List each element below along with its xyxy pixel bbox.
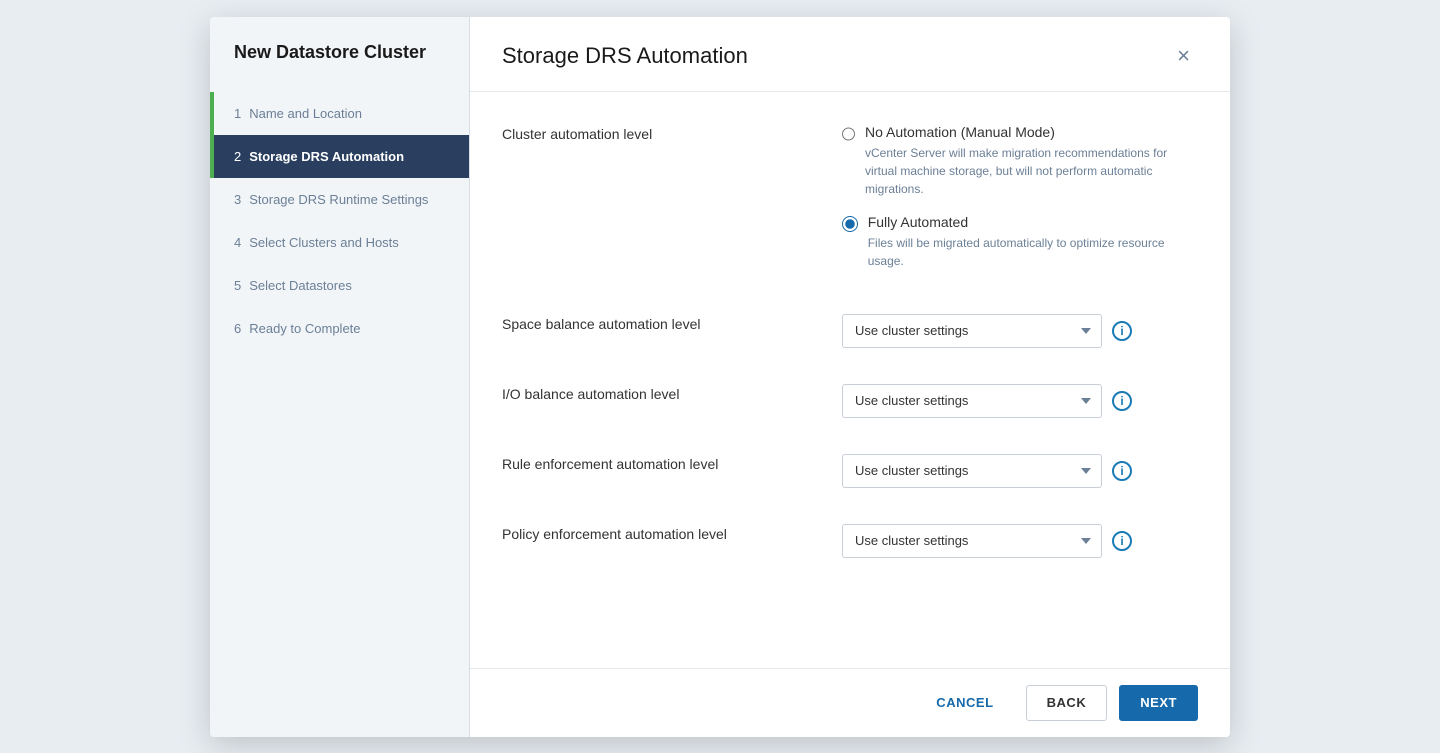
- policy-enforcement-row: Policy enforcement automation level Use …: [502, 524, 1198, 558]
- rule-enforcement-info-icon[interactable]: i: [1112, 461, 1132, 481]
- io-balance-control: Use cluster settings Manual Fully Automa…: [842, 384, 1198, 418]
- space-balance-select[interactable]: Use cluster settings Manual Fully Automa…: [842, 314, 1102, 348]
- page-title: Storage DRS Automation: [502, 43, 748, 69]
- step-number-6: 6: [234, 321, 241, 336]
- io-balance-row: I/O balance automation level Use cluster…: [502, 384, 1198, 418]
- step-label-1: Name and Location: [249, 106, 362, 121]
- step-indicator-3: [210, 178, 214, 221]
- close-button[interactable]: ×: [1169, 41, 1198, 71]
- rule-enforcement-row: Rule enforcement automation level Use cl…: [502, 454, 1198, 488]
- radio-no-automation-label: No Automation (Manual Mode): [865, 124, 1198, 140]
- step-indicator-2: [210, 135, 214, 178]
- main-footer: CANCEL BACK NEXT: [470, 668, 1230, 737]
- radio-fully-automated-option: Fully Automated Files will be migrated a…: [842, 214, 1198, 270]
- policy-enforcement-select-group: Use cluster settings Manual Fully Automa…: [842, 524, 1198, 558]
- back-button[interactable]: BACK: [1026, 685, 1108, 721]
- sidebar-step-2[interactable]: 2 Storage DRS Automation: [210, 135, 469, 178]
- io-balance-label: I/O balance automation level: [502, 384, 842, 402]
- rule-enforcement-label: Rule enforcement automation level: [502, 454, 842, 472]
- io-balance-select[interactable]: Use cluster settings Manual Fully Automa…: [842, 384, 1102, 418]
- policy-enforcement-control: Use cluster settings Manual Fully Automa…: [842, 524, 1198, 558]
- rule-enforcement-select[interactable]: Use cluster settings Manual Fully Automa…: [842, 454, 1102, 488]
- sidebar-step-5[interactable]: 5 Select Datastores: [210, 264, 469, 307]
- space-balance-info-icon[interactable]: i: [1112, 321, 1132, 341]
- next-button[interactable]: NEXT: [1119, 685, 1198, 721]
- space-balance-row: Space balance automation level Use clust…: [502, 314, 1198, 348]
- cluster-automation-label: Cluster automation level: [502, 124, 842, 142]
- main-panel: Storage DRS Automation × Cluster automat…: [470, 17, 1230, 737]
- sidebar-step-4[interactable]: 4 Select Clusters and Hosts: [210, 221, 469, 264]
- io-balance-select-group: Use cluster settings Manual Fully Automa…: [842, 384, 1198, 418]
- step-number-3: 3: [234, 192, 241, 207]
- step-indicator-5: [210, 264, 214, 307]
- radio-fully-automated-desc: Files will be migrated automatically to …: [868, 234, 1198, 270]
- main-body: Cluster automation level No Automation (…: [470, 92, 1230, 668]
- step-number-2: 2: [234, 149, 241, 164]
- policy-enforcement-label: Policy enforcement automation level: [502, 524, 842, 542]
- step-label-6: Ready to Complete: [249, 321, 360, 336]
- policy-enforcement-select[interactable]: Use cluster settings Manual Fully Automa…: [842, 524, 1102, 558]
- policy-enforcement-info-icon[interactable]: i: [1112, 531, 1132, 551]
- step-indicator-6: [210, 307, 214, 350]
- cancel-button[interactable]: CANCEL: [916, 685, 1013, 721]
- radio-fully-automated-label: Fully Automated: [868, 214, 1198, 230]
- rule-enforcement-select-group: Use cluster settings Manual Fully Automa…: [842, 454, 1198, 488]
- radio-no-automation-option: No Automation (Manual Mode) vCenter Serv…: [842, 124, 1198, 198]
- sidebar-title: New Datastore Cluster: [210, 41, 469, 92]
- space-balance-select-group: Use cluster settings Manual Fully Automa…: [842, 314, 1198, 348]
- sidebar-step-6[interactable]: 6 Ready to Complete: [210, 307, 469, 350]
- rule-enforcement-control: Use cluster settings Manual Fully Automa…: [842, 454, 1198, 488]
- main-header: Storage DRS Automation ×: [470, 17, 1230, 92]
- io-balance-info-icon[interactable]: i: [1112, 391, 1132, 411]
- radio-no-automation[interactable]: [842, 126, 855, 142]
- new-datastore-cluster-dialog: New Datastore Cluster 1 Name and Locatio…: [210, 17, 1230, 737]
- step-number-1: 1: [234, 106, 241, 121]
- sidebar: New Datastore Cluster 1 Name and Locatio…: [210, 17, 470, 737]
- radio-no-automation-desc: vCenter Server will make migration recom…: [865, 144, 1198, 198]
- sidebar-step-3[interactable]: 3 Storage DRS Runtime Settings: [210, 178, 469, 221]
- sidebar-step-1[interactable]: 1 Name and Location: [210, 92, 469, 135]
- step-label-4: Select Clusters and Hosts: [249, 235, 399, 250]
- step-label-3: Storage DRS Runtime Settings: [249, 192, 428, 207]
- space-balance-label: Space balance automation level: [502, 314, 842, 332]
- step-label-5: Select Datastores: [249, 278, 352, 293]
- step-number-4: 4: [234, 235, 241, 250]
- cluster-automation-control: No Automation (Manual Mode) vCenter Serv…: [842, 124, 1198, 278]
- steps-list: 1 Name and Location 2 Storage DRS Automa…: [210, 92, 469, 350]
- step-number-5: 5: [234, 278, 241, 293]
- step-label-2: Storage DRS Automation: [249, 149, 404, 164]
- step-indicator-1: [210, 92, 214, 135]
- cluster-automation-row: Cluster automation level No Automation (…: [502, 124, 1198, 278]
- radio-fully-automated[interactable]: [842, 216, 858, 232]
- space-balance-control: Use cluster settings Manual Fully Automa…: [842, 314, 1198, 348]
- step-indicator-4: [210, 221, 214, 264]
